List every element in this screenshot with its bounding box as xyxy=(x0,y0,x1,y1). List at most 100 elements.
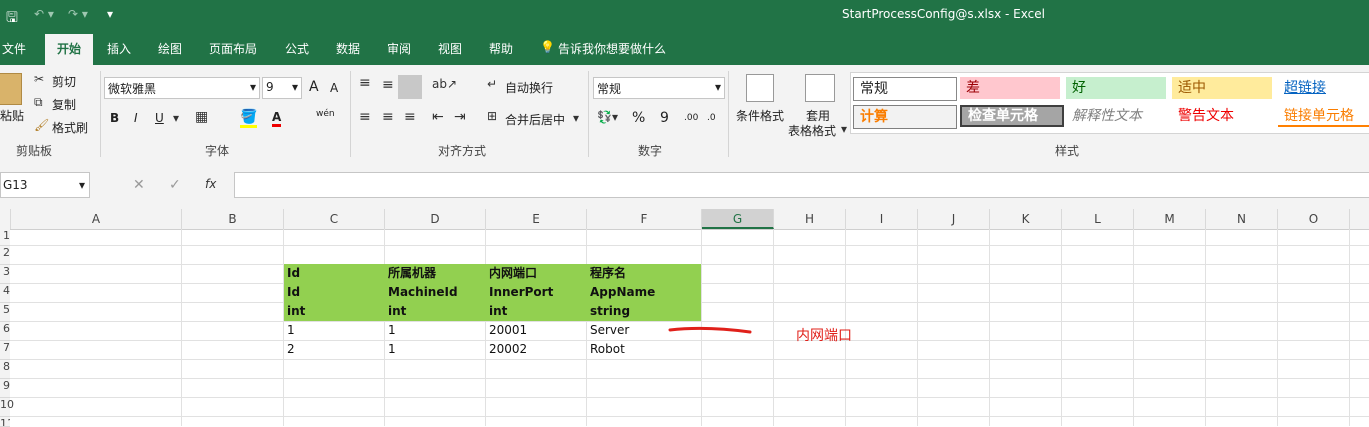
number-format-select[interactable]: 常规 ▾ xyxy=(593,77,725,99)
shrink-font-button[interactable]: A xyxy=(330,81,338,95)
tab-data[interactable]: 数据 xyxy=(336,40,360,57)
table-header-cell[interactable]: string xyxy=(587,302,700,321)
decrease-indent-icon[interactable]: ⇤ xyxy=(432,109,444,125)
column-header[interactable]: H xyxy=(774,209,846,229)
row-header[interactable]: 7 xyxy=(0,341,10,360)
row-header[interactable]: 5 xyxy=(0,303,10,322)
table-header-cell[interactable]: Id xyxy=(284,264,384,283)
tab-help[interactable]: 帮助 xyxy=(489,40,513,57)
table-header-cell[interactable]: 所属机器 xyxy=(385,264,485,283)
font-color-button[interactable]: A xyxy=(272,110,282,127)
table-header-cell[interactable]: int xyxy=(486,302,586,321)
table-format-icon[interactable] xyxy=(805,74,835,102)
tab-insert[interactable]: 插入 xyxy=(107,40,131,57)
column-header[interactable]: B xyxy=(182,209,284,229)
bold-button[interactable]: B xyxy=(110,111,119,125)
row-header[interactable]: 6 xyxy=(0,322,10,341)
align-top-icon[interactable]: ≡ xyxy=(359,75,371,91)
tab-home[interactable]: 开始 xyxy=(45,34,94,65)
conditional-format-icon[interactable] xyxy=(746,74,774,102)
format-painter-button[interactable]: 格式刷 xyxy=(52,119,88,136)
table-header-cell[interactable]: 内网端口 xyxy=(486,264,586,283)
format-table-button[interactable]: 表格格式 xyxy=(788,122,836,139)
cut-button[interactable]: 剪切 xyxy=(52,73,76,90)
column-header[interactable]: M xyxy=(1134,209,1206,229)
tab-formulas[interactable]: 公式 xyxy=(285,40,309,57)
enter-icon[interactable]: ✓ xyxy=(169,177,181,193)
chevron-down-icon[interactable]: ▾ xyxy=(841,122,847,136)
underline-button[interactable]: U xyxy=(155,111,164,125)
row-header[interactable]: 2 xyxy=(0,246,10,265)
grow-font-button[interactable]: A xyxy=(309,79,319,95)
cancel-icon[interactable]: ✕ xyxy=(133,177,145,193)
style-hyperlink[interactable]: 超链接 xyxy=(1278,77,1369,99)
style-bad[interactable]: 差 xyxy=(960,77,1060,99)
table-cell[interactable]: 2 xyxy=(284,340,384,359)
column-header[interactable]: J xyxy=(918,209,990,229)
column-header[interactable]: O xyxy=(1278,209,1350,229)
decrease-decimal-button[interactable]: .0 xyxy=(707,113,716,123)
table-header-cell[interactable]: int xyxy=(284,302,384,321)
column-header[interactable]: L xyxy=(1062,209,1134,229)
table-header-cell[interactable]: Id xyxy=(284,283,384,302)
style-good[interactable]: 好 xyxy=(1066,77,1166,99)
table-header-cell[interactable]: 程序名 xyxy=(587,264,700,283)
align-bottom-icon[interactable] xyxy=(398,75,422,99)
merge-center-button[interactable]: 合并后居中 xyxy=(505,111,565,128)
style-neutral[interactable]: 适中 xyxy=(1172,77,1272,99)
tab-page-layout[interactable]: 页面布局 xyxy=(209,40,257,57)
align-right-icon[interactable]: ≡ xyxy=(404,109,416,125)
orientation-icon[interactable]: ab↗ xyxy=(432,77,457,91)
comma-button[interactable]: 9 xyxy=(660,110,669,126)
row-header[interactable]: 4 xyxy=(0,284,10,303)
table-cell[interactable]: 1 xyxy=(284,321,384,340)
copy-button[interactable]: 复制 xyxy=(52,96,76,113)
tab-file[interactable]: 文件 xyxy=(2,40,26,57)
align-center-icon[interactable]: ≡ xyxy=(382,109,394,125)
column-header[interactable]: K xyxy=(990,209,1062,229)
formula-input[interactable] xyxy=(234,172,1369,198)
row-header[interactable]: 10 xyxy=(0,398,14,417)
column-header[interactable]: A xyxy=(11,209,182,229)
function-icon[interactable]: fx xyxy=(205,177,216,191)
font-name-select[interactable]: 微软雅黑 ▾ xyxy=(104,77,260,99)
border-icon[interactable]: ▦ xyxy=(195,109,208,125)
table-header-cell[interactable]: InnerPort xyxy=(486,283,586,302)
currency-icon[interactable]: 💱▾ xyxy=(597,110,618,124)
conditional-format-button[interactable]: 条件格式 xyxy=(736,107,784,124)
phonetic-button[interactable]: wén xyxy=(316,109,335,119)
column-header[interactable]: I xyxy=(846,209,918,229)
tell-me-search[interactable]: 告诉我你想要做什么 xyxy=(558,40,666,57)
tab-draw[interactable]: 绘图 xyxy=(158,40,182,57)
row-header[interactable]: 8 xyxy=(0,360,10,379)
italic-button[interactable]: I xyxy=(134,111,138,125)
chevron-down-icon[interactable]: ▾ xyxy=(573,111,579,125)
increase-indent-icon[interactable]: ⇥ xyxy=(454,109,466,125)
row-header[interactable]: 9 xyxy=(0,379,10,398)
table-cell[interactable]: 1 xyxy=(385,321,485,340)
percent-button[interactable]: % xyxy=(632,110,645,126)
style-normal[interactable]: 常规 xyxy=(853,77,957,101)
table-cell[interactable]: 20001 xyxy=(486,321,586,340)
column-header-selected[interactable]: G xyxy=(702,209,774,229)
table-cell[interactable]: 1 xyxy=(385,340,485,359)
column-header[interactable]: N xyxy=(1206,209,1278,229)
paste-button[interactable]: 粘贴 xyxy=(0,107,24,124)
table-header-cell[interactable]: int xyxy=(385,302,485,321)
tab-review[interactable]: 审阅 xyxy=(387,40,411,57)
table-cell[interactable]: Robot xyxy=(587,340,700,359)
style-linked-cell[interactable]: 链接单元格 xyxy=(1278,105,1369,127)
column-header[interactable]: E xyxy=(486,209,587,229)
align-middle-icon[interactable]: ≡ xyxy=(382,77,394,93)
select-all-corner[interactable] xyxy=(0,209,11,229)
tab-view[interactable]: 视图 xyxy=(438,40,462,57)
name-box[interactable]: G13 ▾ xyxy=(0,172,90,198)
column-header[interactable]: C xyxy=(284,209,385,229)
style-check-cell[interactable]: 检查单元格 xyxy=(960,105,1064,127)
column-header[interactable]: F xyxy=(587,209,702,229)
table-header-cell[interactable]: AppName xyxy=(587,283,700,302)
align-left-icon[interactable]: ≡ xyxy=(359,109,371,125)
row-header[interactable]: 3 xyxy=(0,265,10,284)
style-explanatory[interactable]: 解释性文本 xyxy=(1066,105,1166,127)
table-header-cell[interactable]: MachineId xyxy=(385,283,485,302)
